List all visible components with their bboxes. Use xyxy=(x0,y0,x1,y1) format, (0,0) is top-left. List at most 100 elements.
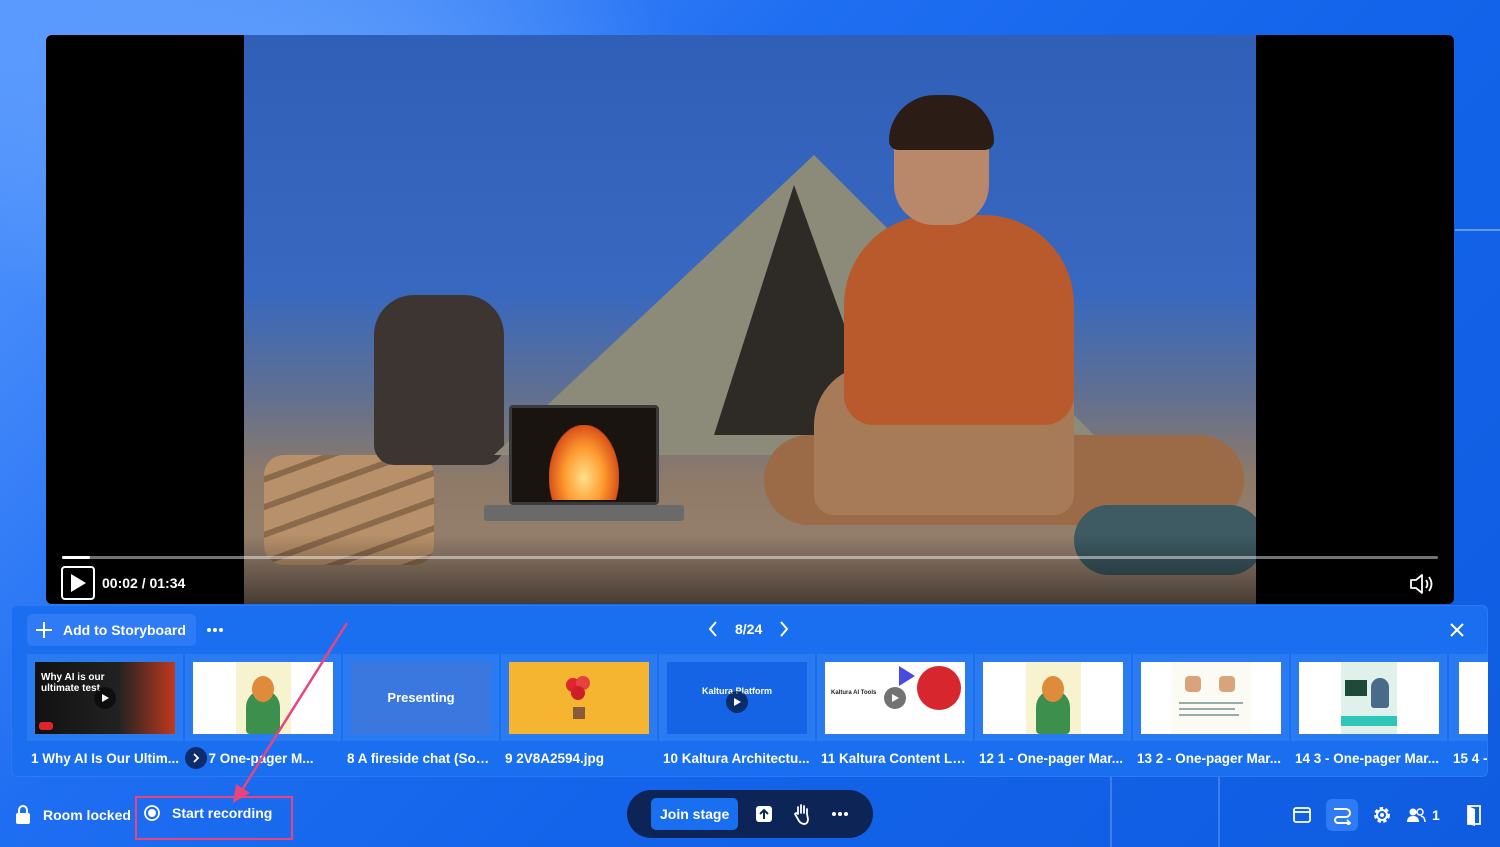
storyboard-panel: Add to Storyboard 8/24 Why AI is our ult… xyxy=(11,605,1488,777)
gear-icon xyxy=(1374,807,1390,823)
volume-button[interactable] xyxy=(1408,572,1438,596)
backpack xyxy=(374,295,504,465)
more-dots-icon xyxy=(832,812,849,816)
storyboard-item[interactable]: 13 2 - One-pager Mar... xyxy=(1133,654,1291,777)
leave-room-button[interactable] xyxy=(1458,799,1490,831)
thumbnail: Kaltura Platform xyxy=(659,654,815,741)
plus-icon xyxy=(36,622,52,638)
fire-on-screen xyxy=(549,425,619,500)
close-icon xyxy=(1450,623,1464,637)
thumbnail-text: Kaltura AI Tools xyxy=(831,689,877,696)
document-preview xyxy=(235,661,291,734)
video-player[interactable]: 00:02 / 01:34 xyxy=(46,35,1454,604)
previous-page-button[interactable] xyxy=(705,619,721,639)
play-icon xyxy=(884,686,906,709)
play-icon xyxy=(71,574,86,592)
thumbnail-label: 1 Why AI Is Our Ultim... xyxy=(31,751,180,766)
participant-count: 1 xyxy=(1432,807,1440,823)
storyboard-item[interactable]: Why AI is our ultimate test 1 Why AI Is … xyxy=(27,654,185,777)
progress-bar[interactable] xyxy=(62,556,1438,559)
storyboard-item[interactable]: 9 2V8A2594.jpg xyxy=(501,654,659,777)
lock-icon xyxy=(16,805,30,824)
thumbnail-label: 11 Kaltura Content La... xyxy=(821,751,971,766)
thumbnail xyxy=(1133,654,1289,741)
chevron-right-icon xyxy=(780,621,789,637)
thumbnail-text: Presenting xyxy=(387,690,455,705)
thumbnail-label: 8 A fireside chat (Sour... xyxy=(347,751,497,766)
thumbnail: Why AI is our ultimate test xyxy=(27,654,183,741)
next-page-button[interactable] xyxy=(776,619,792,639)
document-preview xyxy=(1171,661,1251,734)
stage-controls: Join stage xyxy=(627,790,873,838)
bottom-toolbar: Room locked Start recording Join stage 1 xyxy=(0,785,1500,847)
record-icon xyxy=(144,805,160,821)
thumbnail-label: 9 2V8A2594.jpg xyxy=(505,751,605,766)
storyboard-item[interactable]: 14 3 - One-pager Mar... xyxy=(1291,654,1449,777)
person-body xyxy=(844,215,1074,425)
video-frame xyxy=(244,35,1256,604)
more-options-button[interactable] xyxy=(828,802,852,826)
play-icon xyxy=(94,686,116,709)
thumbnail xyxy=(501,654,657,741)
participants-button[interactable]: 1 xyxy=(1406,807,1450,823)
play-icon xyxy=(726,690,748,713)
thumbnail xyxy=(1449,654,1488,741)
storyboard-more-button[interactable] xyxy=(201,617,229,643)
document-preview xyxy=(1341,661,1397,734)
share-button[interactable] xyxy=(752,802,776,826)
join-stage-button[interactable]: Join stage xyxy=(651,798,739,830)
raise-hand-button[interactable] xyxy=(790,802,814,826)
balloons-image xyxy=(566,675,590,719)
add-to-storyboard-label: Add to Storyboard xyxy=(63,622,186,638)
thumbnail: Presenting xyxy=(343,654,499,741)
thumbnail-label: 15 4 - xyxy=(1453,751,1488,766)
background-line xyxy=(1455,229,1500,231)
speaker-icon xyxy=(1410,574,1433,594)
upload-icon xyxy=(756,806,773,822)
person-hair xyxy=(889,95,994,150)
storyboard-item[interactable]: 15 4 - xyxy=(1449,654,1488,777)
time-display: 00:02 / 01:34 xyxy=(102,575,186,591)
storyboard-item[interactable]: Presenting 8 A fireside chat (Sour... xyxy=(343,654,501,777)
exit-door-icon xyxy=(1467,805,1481,826)
thumbnail-label: 14 3 - One-pager Mar... xyxy=(1295,751,1440,766)
add-to-storyboard-button[interactable]: Add to Storyboard xyxy=(27,614,196,646)
storyboard-toggle-button[interactable] xyxy=(1326,799,1358,831)
room-locked-indicator[interactable]: Room locked xyxy=(14,805,131,825)
storyboard-items: Why AI is our ultimate test 1 Why AI Is … xyxy=(27,654,1488,777)
laptop-base xyxy=(484,505,684,521)
ted-logo xyxy=(39,721,53,730)
storyboard-item[interactable]: Kaltura Platform 10 Kaltura Architectu..… xyxy=(659,654,817,777)
thumbnail: Kaltura AI Tools xyxy=(817,654,973,741)
storyboard-header: Add to Storyboard 8/24 xyxy=(11,605,1488,655)
chevron-right-icon xyxy=(193,753,200,763)
thumbnail xyxy=(1291,654,1447,741)
storyboard-pager: 8/24 xyxy=(705,619,792,639)
expand-group-button[interactable] xyxy=(185,747,207,769)
play-button[interactable] xyxy=(61,566,95,600)
thumbnail-label: 12 1 - One-pager Mar... xyxy=(979,751,1124,766)
page-indicator: 8/24 xyxy=(735,621,763,637)
people-icon xyxy=(1407,808,1426,823)
thumbnail-label: 13 2 - One-pager Mar... xyxy=(1137,751,1282,766)
storyboard-icon xyxy=(1334,808,1352,825)
storyboard-item[interactable]: 2 - 7 One-pager M... xyxy=(185,654,343,777)
room-locked-label: Room locked xyxy=(43,807,131,823)
start-recording-label: Start recording xyxy=(172,805,273,821)
document-preview xyxy=(1025,661,1081,734)
window-icon xyxy=(1293,807,1311,823)
storyboard-item[interactable]: Kaltura AI Tools 11 Kaltura Content La..… xyxy=(817,654,975,777)
settings-button[interactable] xyxy=(1366,799,1398,831)
close-storyboard-button[interactable] xyxy=(1446,619,1468,641)
thumbnail-label: 2 - 7 One-pager M... xyxy=(189,751,314,766)
more-dots-icon xyxy=(207,628,223,632)
thumbnail-label: 10 Kaltura Architectu... xyxy=(663,751,810,766)
thumbnail xyxy=(975,654,1131,741)
storyboard-item[interactable]: 12 1 - One-pager Mar... xyxy=(975,654,1133,777)
presenter-circle xyxy=(917,665,961,710)
right-toolbar: 1 xyxy=(1286,799,1490,831)
hand-icon xyxy=(794,804,810,825)
layout-button[interactable] xyxy=(1286,799,1318,831)
start-recording-button[interactable]: Start recording xyxy=(144,805,272,821)
controls-overlay xyxy=(46,534,1454,604)
